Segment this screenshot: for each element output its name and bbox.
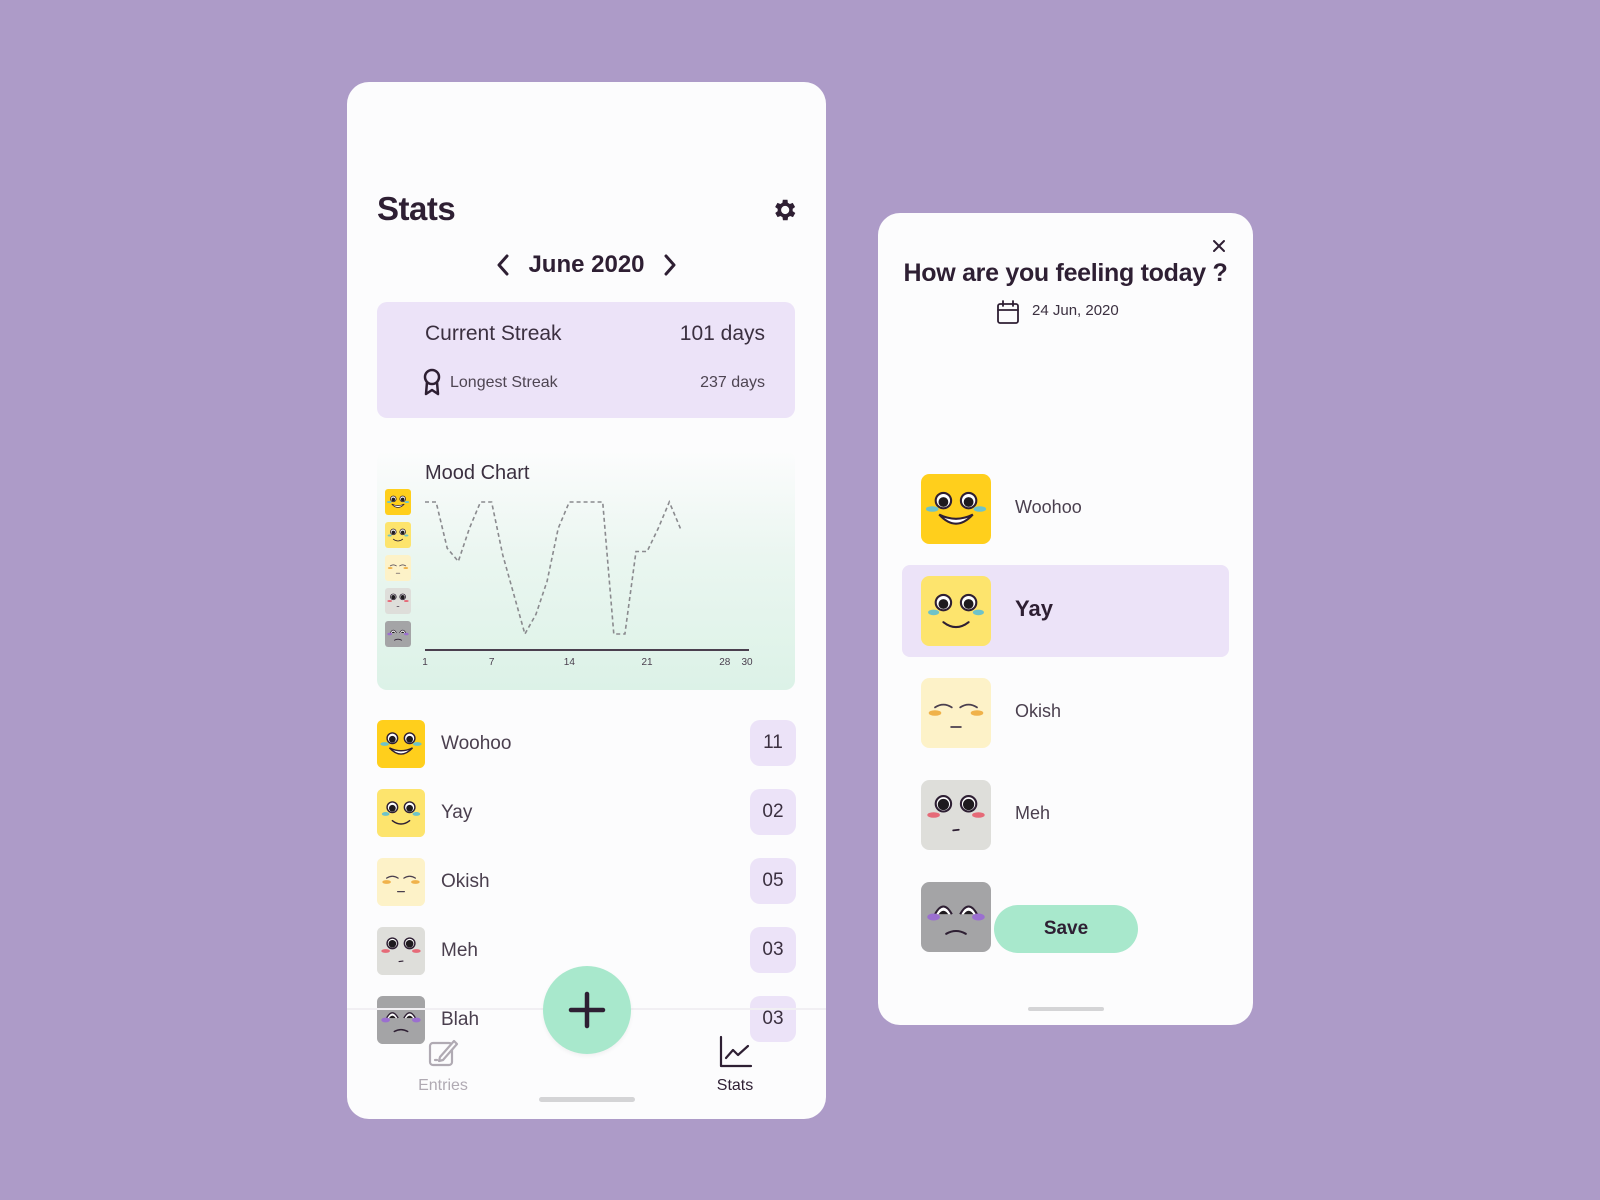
sheet-handle — [1028, 1007, 1104, 1011]
close-icon[interactable] — [1208, 235, 1230, 257]
chevron-left-icon[interactable] — [490, 250, 516, 280]
tab-entries-label: Entries — [418, 1077, 468, 1094]
yay-face-icon — [377, 789, 425, 837]
dialog-title: How are you feeling today ? — [903, 259, 1228, 287]
x-tick-label: 28 — [719, 657, 731, 668]
month-navigator: June 2020 — [347, 250, 826, 280]
x-tick-label: 14 — [564, 657, 576, 668]
y-axis-yay-face-icon — [385, 522, 411, 548]
add-entry-button[interactable] — [543, 966, 631, 1054]
x-tick-label: 30 — [741, 657, 753, 668]
mood-option-label: Meh — [1015, 803, 1051, 823]
mood-count-row: Woohoo 11 — [377, 720, 796, 789]
stats-screen: Stats June 2020 Current Streak 101 days … — [347, 82, 826, 1119]
okish-face-icon — [921, 678, 991, 748]
chevron-right-icon[interactable] — [657, 250, 683, 280]
okish-face-icon — [377, 858, 425, 906]
mood-count-row: Yay 02 — [377, 789, 796, 858]
mood-name: Woohoo — [441, 733, 512, 754]
streak-card: Current Streak 101 days Longest Streak 2… — [377, 302, 795, 418]
mood-option-label: Woohoo — [1015, 497, 1082, 517]
mood-chart: Mood Chart 1 7 14 21 28 30 — [377, 450, 795, 690]
month-label: June 2020 — [528, 251, 645, 278]
meh-face-icon — [377, 927, 425, 975]
mood-line-series — [425, 499, 682, 637]
award-ribbon-icon — [423, 368, 441, 396]
mood-option-meh[interactable]: Meh — [902, 769, 1229, 861]
page-title: Stats — [377, 190, 456, 227]
y-axis-blah-face-icon — [385, 621, 411, 647]
calendar-icon — [997, 300, 1019, 324]
mood-name: Meh — [441, 940, 478, 961]
plus-icon — [568, 991, 606, 1029]
y-axis-woohoo-face-icon — [385, 489, 411, 515]
mood-count-badge: 02 — [750, 789, 796, 835]
y-axis-okish-face-icon — [385, 555, 411, 581]
tab-stats-label: Stats — [716, 1077, 754, 1094]
mood-name: Yay — [441, 802, 473, 823]
home-indicator — [539, 1097, 635, 1102]
save-button[interactable]: Save — [994, 905, 1138, 953]
longest-streak-label: Longest Streak — [450, 374, 558, 391]
mood-option-yay[interactable]: Yay — [902, 565, 1229, 657]
x-tick-label: 1 — [422, 657, 428, 668]
mood-entry-dialog: How are you feeling today ? 24 Jun, 2020… — [878, 213, 1253, 1025]
woohoo-face-icon — [921, 474, 991, 544]
entry-date-text: 24 Jun, 2020 — [1032, 302, 1119, 319]
mood-count-badge: 11 — [750, 720, 796, 766]
mood-name: Okish — [441, 871, 490, 892]
woohoo-face-icon — [377, 720, 425, 768]
mood-count-badge: 05 — [750, 858, 796, 904]
mood-count-row: Okish 05 — [377, 858, 796, 927]
edit-note-icon — [428, 1039, 459, 1067]
current-streak-value: 101 days — [679, 322, 765, 345]
mood-option-label: Yay — [1015, 596, 1053, 621]
yay-face-icon — [921, 576, 991, 646]
mood-options-list: WoohooYayOkishMehBlah — [902, 463, 1229, 973]
mood-chart-plot: 1 7 14 21 28 30 — [385, 489, 753, 668]
mood-option-okish[interactable]: Okish — [902, 667, 1229, 759]
mood-count-badge: 03 — [750, 927, 796, 973]
mood-option-woohoo[interactable]: Woohoo — [902, 463, 1229, 555]
longest-streak-value: 237 days — [700, 374, 765, 391]
tab-entries[interactable]: Entries — [403, 1034, 483, 1095]
y-axis-meh-face-icon — [385, 588, 411, 614]
meh-face-icon — [921, 780, 991, 850]
mood-option-label: Okish — [1015, 701, 1062, 721]
gear-icon[interactable] — [770, 196, 798, 224]
line-chart-icon — [719, 1035, 753, 1068]
current-streak-label: Current Streak — [425, 322, 562, 345]
blah-face-icon — [921, 882, 991, 952]
x-tick-label: 7 — [489, 657, 495, 668]
x-tick-label: 21 — [642, 657, 654, 668]
tab-stats[interactable]: Stats — [695, 1034, 775, 1095]
